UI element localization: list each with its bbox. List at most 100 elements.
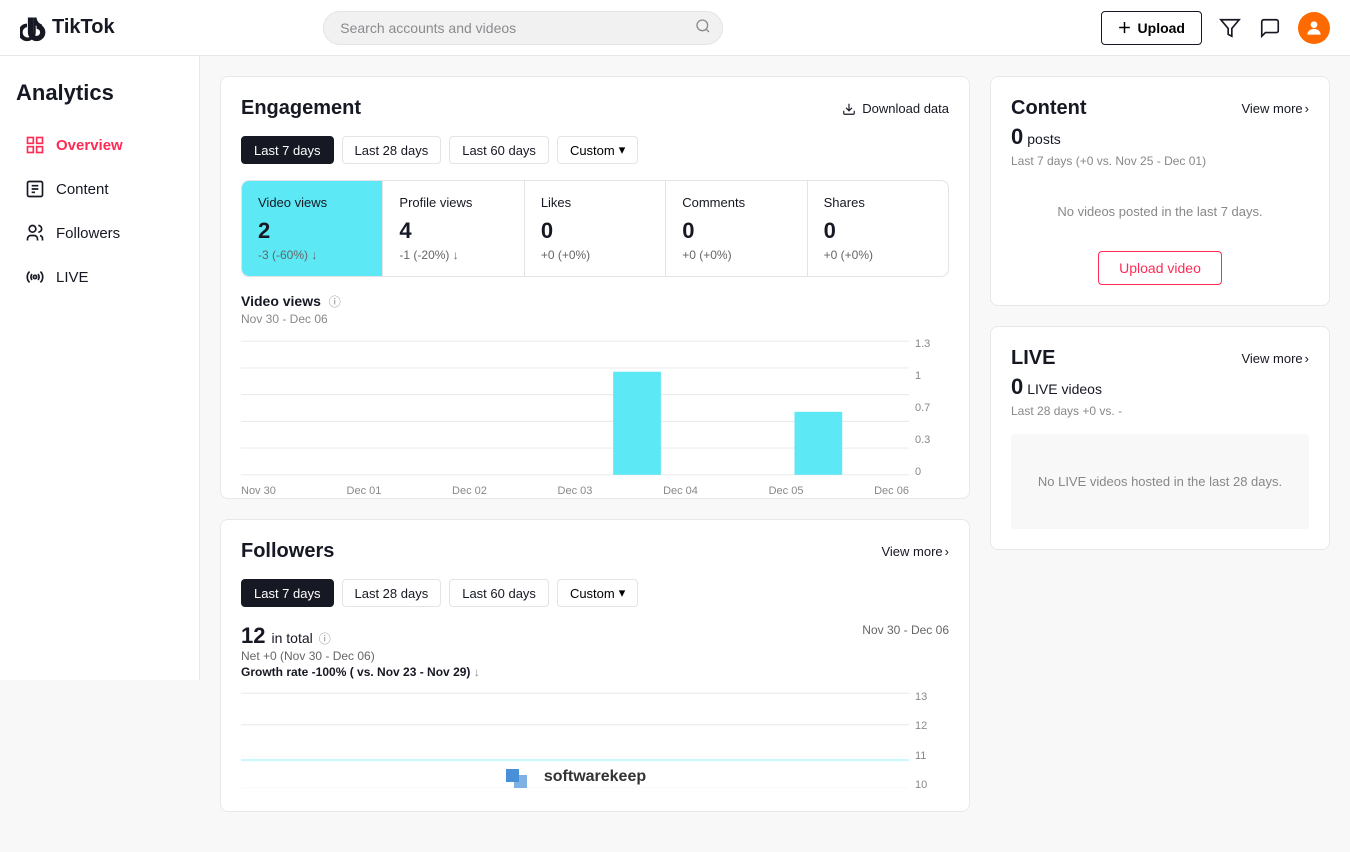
followers-title: Followers: [241, 540, 334, 563]
download-label: Download data: [862, 101, 949, 116]
content-card-header: Content View more ›: [1011, 97, 1309, 120]
sidebar-title: Analytics: [0, 72, 199, 122]
engagement-title: Engagement: [241, 97, 361, 120]
filter-last-60-days[interactable]: Last 60 days: [449, 136, 549, 164]
followers-filter-7[interactable]: Last 7 days: [241, 579, 334, 607]
live-empty-msg: No LIVE videos hosted in the last 28 day…: [1031, 454, 1289, 509]
followers-card-header: Followers View more ›: [241, 540, 949, 563]
stat-video-views[interactable]: Video views 2 -3 (-60%) ↓: [242, 181, 383, 276]
search-icon: [695, 18, 711, 37]
followers-growth: Growth rate -100% ( vs. Nov 23 - Nov 29)…: [241, 665, 480, 679]
content-card-title: Content: [1011, 97, 1087, 120]
followers-filter-custom[interactable]: Custom ▾: [557, 579, 638, 607]
live-count: 0: [1011, 374, 1023, 400]
live-label: LIVE videos: [1027, 381, 1102, 397]
logo[interactable]: TikTok: [20, 14, 115, 42]
engagement-card-header: Engagement Download data: [241, 97, 949, 120]
live-view-more[interactable]: View more ›: [1241, 351, 1309, 366]
followers-filter-28[interactable]: Last 28 days: [342, 579, 442, 607]
followers-icon: [24, 222, 46, 244]
followers-total: 12: [241, 623, 265, 649]
overview-icon: [24, 134, 46, 156]
followers-chart-wrap: 13 12 11 10 softwarek: [241, 691, 949, 791]
content-card: Content View more › 0 posts Last 7 days …: [990, 76, 1330, 306]
messages-icon[interactable]: [1258, 16, 1282, 40]
chevron-right-icon-2: ›: [1305, 101, 1309, 116]
main-content: Engagement Download data Last 7 days Las…: [200, 56, 1350, 852]
followers-info-icon: ⓘ: [319, 630, 331, 647]
posts-count: 0: [1011, 124, 1023, 150]
live-label: LIVE: [56, 269, 89, 286]
plus-icon: ＋: [1118, 18, 1132, 38]
followers-date-range: Nov 30 - Dec 06: [862, 623, 949, 637]
inbox-icon[interactable]: [1218, 16, 1242, 40]
sidebar-item-overview[interactable]: Overview: [8, 124, 191, 166]
live-empty-area: No LIVE videos hosted in the last 28 day…: [1011, 434, 1309, 529]
followers-chart-area: [241, 691, 909, 791]
filter-custom[interactable]: Custom ▾: [557, 136, 638, 164]
followers-chart-container: 13 12 11 10: [241, 691, 949, 791]
followers-y-axis: 13 12 11 10: [909, 691, 949, 791]
search-bar: [323, 11, 723, 45]
stat-profile-views[interactable]: Profile views 4 -1 (-20%) ↓: [383, 181, 524, 276]
live-icon: [24, 266, 46, 288]
y-axis-labels: 1.3 1 0.7 0.3 0: [909, 338, 949, 478]
video-views-chart-section: Video views ⓘ Nov 30 - Dec 06: [241, 293, 949, 478]
overview-label: Overview: [56, 137, 123, 154]
app-name: TikTok: [52, 16, 115, 39]
search-input[interactable]: [323, 11, 723, 45]
header-actions: ＋ Upload: [1101, 11, 1330, 45]
followers-filter-60[interactable]: Last 60 days: [449, 579, 549, 607]
upload-button[interactable]: ＋ Upload: [1101, 11, 1202, 45]
chevron-right-icon: ›: [945, 544, 949, 559]
filter-last-28-days[interactable]: Last 28 days: [342, 136, 442, 164]
sidebar-item-live[interactable]: LIVE: [8, 256, 191, 298]
sidebar-item-followers[interactable]: Followers: [8, 212, 191, 254]
live-card-title: LIVE: [1011, 347, 1055, 370]
followers-card: Followers View more › Last 7 days Last 2…: [220, 519, 970, 812]
followers-stats-row: 12 in total ⓘ Net +0 (Nov 30 - Dec 06) G…: [241, 623, 949, 679]
x-axis-labels: Nov 30 Dec 01 Dec 02 Dec 03 Dec 04 Dec 0…: [241, 485, 909, 497]
sidebar: Analytics Overview Content Followers LIV…: [0, 56, 200, 680]
main-right: Content View more › 0 posts Last 7 days …: [990, 76, 1330, 832]
filter-last-7-days[interactable]: Last 7 days: [241, 136, 334, 164]
live-card-header: LIVE View more ›: [1011, 347, 1309, 370]
posts-label: posts: [1027, 131, 1060, 147]
avatar[interactable]: [1298, 12, 1330, 44]
chart-wrapper: Nov 30 Dec 01 Dec 02 Dec 03 Dec 04 Dec 0…: [241, 338, 949, 478]
chevron-down-icon-2: ▾: [619, 585, 626, 601]
followers-total-label: in total: [271, 630, 312, 646]
content-view-more[interactable]: View more ›: [1241, 101, 1309, 116]
download-button[interactable]: Download data: [842, 101, 949, 116]
chart-date-range: Nov 30 - Dec 06: [241, 312, 949, 326]
chart-area: Nov 30 Dec 01 Dec 02 Dec 03 Dec 04 Dec 0…: [241, 338, 909, 478]
download-icon: [842, 102, 856, 116]
engagement-card: Engagement Download data Last 7 days Las…: [220, 76, 970, 499]
content-icon: [24, 178, 46, 200]
content-empty-msg: No videos posted in the last 7 days.: [1011, 184, 1309, 239]
live-card: LIVE View more › 0 LIVE videos Last 28 d…: [990, 326, 1330, 550]
content-label: Content: [56, 181, 109, 198]
followers-view-more[interactable]: View more ›: [881, 544, 949, 559]
tiktok-logo-icon: [20, 14, 48, 42]
upload-label: Upload: [1138, 20, 1185, 36]
stat-likes[interactable]: Likes 0 +0 (+0%): [525, 181, 666, 276]
stats-row: Video views 2 -3 (-60%) ↓ Profile views …: [241, 180, 949, 277]
info-icon: ⓘ: [329, 295, 341, 309]
followers-net: Net +0 (Nov 30 - Dec 06): [241, 649, 480, 663]
chart-label: Video views ⓘ: [241, 293, 949, 310]
followers-label: Followers: [56, 225, 120, 242]
sidebar-item-content[interactable]: Content: [8, 168, 191, 210]
upload-video-button[interactable]: Upload video: [1098, 251, 1222, 285]
followers-line-chart: [241, 691, 909, 791]
bar-dec04: [613, 372, 661, 475]
chevron-down-icon: ▾: [619, 142, 626, 158]
bar-dec06: [794, 412, 842, 475]
main-layout: Analytics Overview Content Followers LIV…: [0, 56, 1350, 852]
bar-chart-svg: [241, 338, 909, 478]
followers-time-filters: Last 7 days Last 28 days Last 60 days Cu…: [241, 579, 949, 607]
main-left: Engagement Download data Last 7 days Las…: [220, 76, 970, 832]
engagement-time-filters: Last 7 days Last 28 days Last 60 days Cu…: [241, 136, 949, 164]
stat-comments[interactable]: Comments 0 +0 (+0%): [666, 181, 807, 276]
stat-shares[interactable]: Shares 0 +0 (+0%): [808, 181, 948, 276]
